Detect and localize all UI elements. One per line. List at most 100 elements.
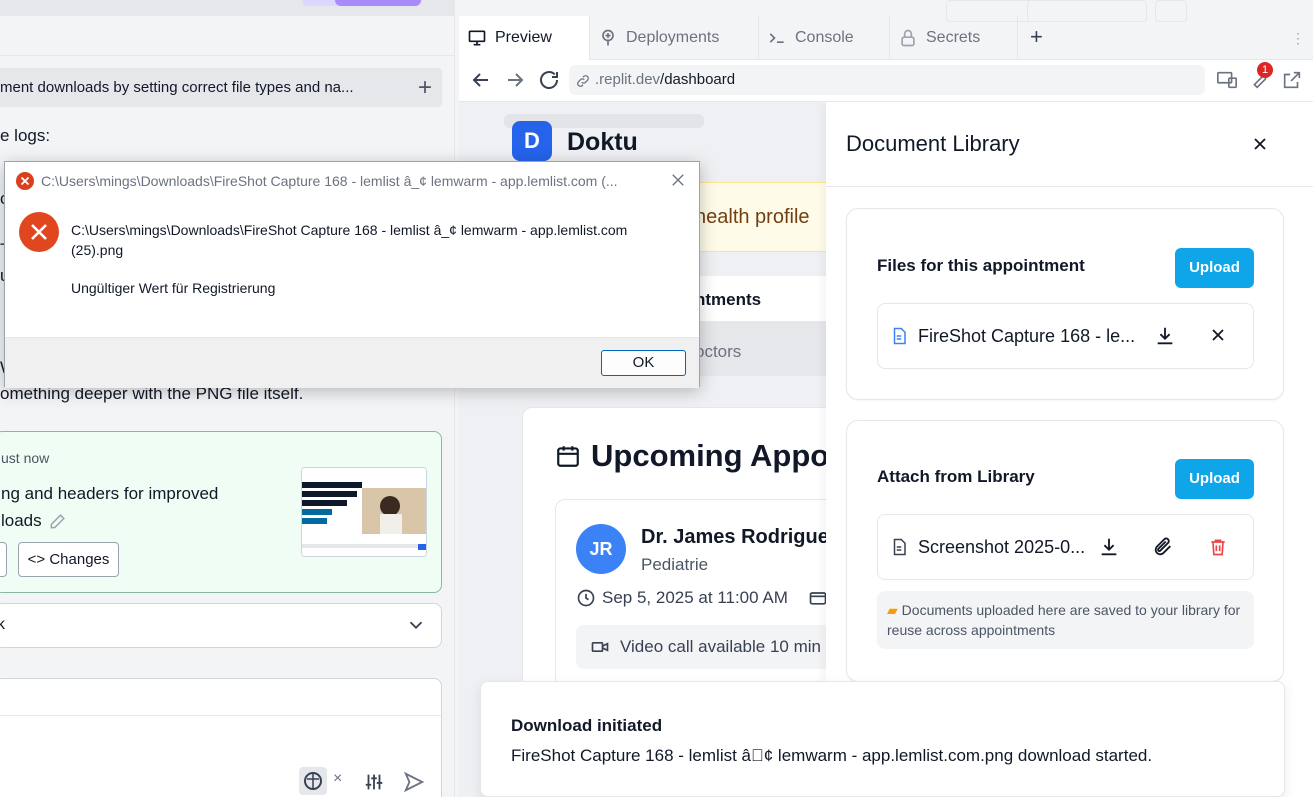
file-item: Screenshot 2025-0... — [877, 514, 1254, 580]
url-input[interactable]: .replit.dev/dashboard — [569, 65, 1205, 95]
datetime-text: Sep 5, 2025 at 11:00 AM — [602, 588, 788, 607]
chat-message-text: e logs: — [0, 126, 51, 145]
agent-panel: ment downloads by setting correct file t… — [0, 0, 455, 797]
video-icon — [591, 642, 609, 652]
banner-text: health profile — [695, 206, 810, 228]
link-icon — [577, 75, 589, 87]
drawer-header: Document Library — [826, 102, 1313, 187]
tab-label: ntments — [695, 290, 762, 309]
tab-label: Preview — [495, 29, 552, 46]
library-section: Attach from Library Upload Screenshot 20… — [846, 420, 1284, 682]
collapsible-label: k — [0, 616, 5, 634]
checkpoint-line-2: loads — [1, 507, 218, 534]
toast-title: Download initiated — [511, 716, 663, 735]
app-logo[interactable]: D — [512, 121, 552, 161]
checkpoint-line: loads — [1, 511, 42, 530]
tab-deployments[interactable]: Deployments — [590, 16, 759, 60]
tab-label: Secrets — [926, 29, 981, 46]
download-icon[interactable] — [1098, 536, 1120, 558]
checkpoint-time: ust now — [1, 450, 50, 466]
top-strip — [0, 0, 454, 16]
changes-label: Changes — [49, 551, 110, 568]
chat-title-bar[interactable]: ment downloads by setting correct file t… — [0, 68, 442, 107]
more-vertical-icon[interactable]: ⋮ — [1291, 30, 1305, 47]
terminal-icon — [769, 33, 784, 43]
document-icon — [893, 538, 906, 556]
top-ghost-button[interactable] — [1155, 0, 1187, 22]
tab-preview[interactable]: Preview — [459, 16, 590, 60]
error-icon — [16, 172, 34, 190]
app-brand[interactable]: Doktu — [567, 128, 638, 157]
brain-icon[interactable] — [299, 767, 327, 795]
video-call-text: Video call available 10 min — [620, 637, 821, 656]
ok-button[interactable]: OK — [601, 350, 686, 376]
dialog-titlebar[interactable]: C:\Users\mings\Downloads\FireShot Captur… — [5, 162, 699, 198]
workspace-tabs: Preview Deployments Console Secrets + ⋮ — [459, 0, 1313, 60]
doctor-name: Dr. James Rodriguez — [641, 526, 839, 548]
card-icon — [809, 592, 827, 605]
devices-icon[interactable] — [1216, 69, 1238, 91]
top-pill-active[interactable] — [335, 0, 421, 6]
appointment-time: Sep 5, 2025 at 11:00 AM — [576, 588, 828, 608]
drawer-title: Document Library — [846, 131, 1020, 156]
close-icon[interactable] — [669, 171, 687, 189]
close-icon[interactable]: × — [333, 770, 342, 788]
remove-icon[interactable] — [1208, 325, 1228, 345]
back-icon[interactable] — [469, 68, 493, 92]
checkpoint-card: ust now ng and headers for improved load… — [0, 431, 442, 593]
tab-label: Console — [795, 29, 854, 46]
rollback-button[interactable] — [0, 542, 7, 577]
plus-icon[interactable]: + — [418, 68, 432, 107]
file-name: Screenshot 2025-0... — [918, 537, 1086, 557]
chevron-down-icon — [409, 621, 423, 630]
section-title: Attach from Library — [877, 467, 1035, 486]
trash-icon[interactable] — [1208, 536, 1228, 558]
sliders-icon[interactable] — [363, 771, 385, 793]
divider — [0, 715, 441, 716]
collapsible-row[interactable]: k — [0, 603, 442, 648]
forward-icon[interactable] — [503, 68, 527, 92]
file-item: FireShot Capture 168 - le... — [877, 303, 1254, 369]
error-icon — [19, 212, 59, 252]
heading-text: Upcoming Appoin — [591, 438, 857, 473]
upcoming-heading: Upcoming Appoin — [555, 438, 857, 474]
chat-title-text: ment downloads by setting correct file t… — [0, 79, 354, 96]
tab-secrets[interactable]: Secrets — [890, 16, 1018, 60]
url-path: /dashboard — [660, 71, 736, 88]
pencil-icon[interactable] — [48, 511, 68, 531]
tab-console[interactable]: Console — [759, 16, 890, 60]
add-tab-button[interactable]: + — [1030, 16, 1050, 60]
avatar: JR — [576, 524, 626, 574]
changes-button[interactable]: <> Changes — [18, 542, 119, 577]
download-icon[interactable] — [1154, 325, 1176, 347]
url-domain: .replit.dev — [595, 71, 661, 88]
folder-icon: ▰ — [887, 602, 898, 618]
download-toast[interactable]: Download initiated FireShot Capture 168 … — [480, 681, 1285, 797]
chat-input-area[interactable]: × — [0, 678, 442, 797]
screenshot-thumbnail[interactable] — [301, 467, 427, 557]
code-icon: <> — [27, 551, 46, 568]
clock-icon — [577, 589, 595, 607]
close-icon[interactable] — [1250, 134, 1270, 154]
upload-button[interactable]: Upload — [1175, 248, 1254, 288]
note-text: Documents uploaded here are saved to you… — [887, 602, 1241, 638]
file-name: FireShot Capture 168 - le... — [918, 326, 1136, 346]
chat-input-toolbar: × — [299, 767, 439, 797]
toast-description: FireShot Capture 168 - lemlist â ¢ lemwa… — [511, 746, 1153, 765]
upload-button[interactable]: Upload — [1175, 459, 1254, 499]
monitor-icon — [468, 30, 486, 46]
appointment-files-section: Files for this appointment Upload FireSh… — [846, 208, 1284, 400]
external-link-icon[interactable] — [1281, 69, 1303, 91]
send-icon[interactable] — [403, 771, 425, 793]
checkpoint-line: ng and headers for improved — [1, 484, 219, 503]
refresh-icon[interactable] — [537, 68, 561, 92]
thumbnail-image — [302, 468, 426, 556]
tab-label: octors — [695, 342, 742, 361]
paperclip-icon[interactable] — [1152, 536, 1174, 558]
deploy-icon — [602, 29, 614, 46]
lock-icon — [901, 29, 915, 47]
agent-header — [0, 16, 454, 56]
library-note: ▰ Documents uploaded here are saved to y… — [877, 591, 1254, 649]
preview-url-bar: .replit.dev/dashboard 1 — [459, 60, 1313, 102]
doctor-specialty: Pediatrie — [641, 555, 709, 574]
